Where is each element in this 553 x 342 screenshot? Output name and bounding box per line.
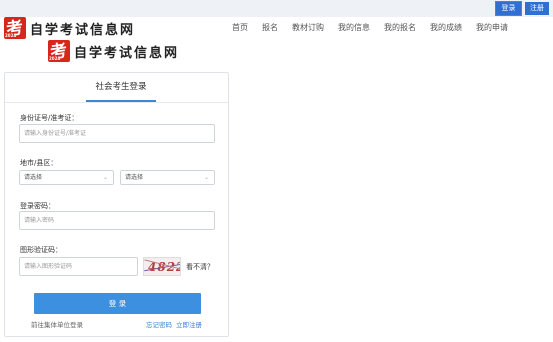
district-select-value: 请选择 <box>125 174 144 181</box>
card-divider <box>5 102 228 103</box>
captcha-label: 图形验证码： <box>20 246 62 254</box>
refresh-captcha-link[interactable]: 看不清？ <box>186 262 214 272</box>
logo-text: 自学考试信息网 <box>74 45 180 61</box>
nav-item-my-scores[interactable]: 我的成绩 <box>430 22 462 33</box>
top-bar <box>0 0 553 17</box>
logo-year: 2024 <box>5 33 17 38</box>
nav-item-my-info[interactable]: 我的信息 <box>338 22 370 33</box>
logo-mark-icon: 考 2024 <box>48 40 70 62</box>
tab-social-candidate-login[interactable]: 社会考生登录 <box>86 73 156 102</box>
nav-item-my-applications[interactable]: 我的申请 <box>476 22 508 33</box>
captcha-input[interactable]: 请输入图形验证码 <box>19 257 138 276</box>
login-card: 社会考生登录 身份证号/准考证： 请输入身份证号/准考证 地市/县区： 请选择 … <box>4 72 229 337</box>
logo-mark-icon: 考 2024 <box>4 17 26 39</box>
nav-item-my-registration[interactable]: 我的报名 <box>384 22 416 33</box>
password-label: 登录密码： <box>20 202 55 210</box>
logo-text: 自学考试信息网 <box>30 22 136 38</box>
region-label: 地市/县区： <box>20 159 58 167</box>
register-now-link[interactable]: 立即注册 <box>176 319 202 329</box>
group-login-link[interactable]: 前往集体单位登录 <box>31 319 83 329</box>
site-logo[interactable]: 考 2024 自学考试信息网 <box>4 17 135 39</box>
logo-year: 2024 <box>49 56 61 61</box>
site-logo-secondary: 考 2024 自学考试信息网 <box>48 40 179 62</box>
login-submit-button[interactable]: 登 录 <box>34 293 201 314</box>
city-select-value: 请选择 <box>24 174 43 181</box>
forgot-password-link[interactable]: 忘记密码 <box>146 319 172 329</box>
nav-item-textbook[interactable]: 教材订购 <box>292 22 324 33</box>
chevron-down-icon: ⌄ <box>203 174 209 181</box>
main-nav: 首页 报名 教材订购 我的信息 我的报名 我的成绩 我的申请 <box>232 22 508 33</box>
top-register-button[interactable]: 注册 <box>525 2 549 15</box>
city-select[interactable]: 请选择 ⌄ <box>19 170 114 185</box>
id-input[interactable]: 请输入身份证号/准考证 <box>19 124 215 143</box>
password-input[interactable]: 请输入密码 <box>19 211 215 230</box>
district-select[interactable]: 请选择 ⌄ <box>120 170 215 185</box>
nav-item-register[interactable]: 报名 <box>262 22 278 33</box>
id-label: 身份证号/准考证： <box>20 114 79 122</box>
top-login-button[interactable]: 登录 <box>495 1 522 16</box>
nav-item-home[interactable]: 首页 <box>232 22 248 33</box>
chevron-down-icon: ⌄ <box>102 174 108 181</box>
captcha-image[interactable]: 4822 <box>143 257 181 276</box>
